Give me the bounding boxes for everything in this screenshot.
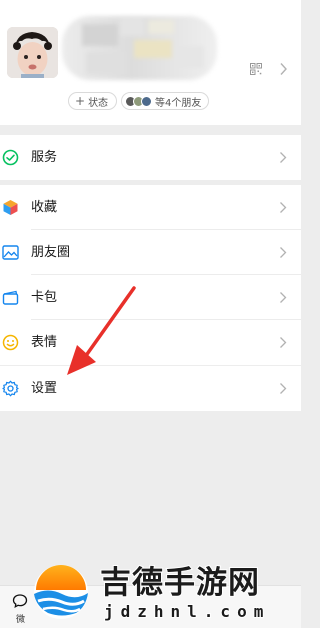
chats-tab-label[interactable]: 微 xyxy=(16,612,25,625)
menu-item-label: 设置 xyxy=(31,381,58,396)
watermark-domain: jdzhnl.com xyxy=(103,601,271,622)
menu-item-label: 朋友圈 xyxy=(31,245,71,260)
status-label: 状态 xyxy=(88,97,109,109)
friends-status-button[interactable]: 等4个朋友 xyxy=(121,92,210,110)
menu-item-favorites[interactable]: 收藏 xyxy=(0,185,301,230)
menu-item-service[interactable]: 服务 xyxy=(0,135,301,180)
avatar[interactable] xyxy=(7,27,58,78)
card-wallet-icon xyxy=(2,290,19,305)
qr-code-icon[interactable] xyxy=(250,63,262,75)
nickname-blurred xyxy=(62,16,217,80)
friends-status-text: 等4个朋友 xyxy=(155,97,202,109)
chevron-right-icon xyxy=(280,63,287,75)
chevron-right-icon xyxy=(280,152,287,163)
settings-icon xyxy=(2,380,19,397)
menu-item-label: 收藏 xyxy=(31,200,58,215)
menu-item-settings[interactable]: 设置 xyxy=(0,366,301,411)
chevron-right-icon xyxy=(280,337,287,348)
chevron-right-icon xyxy=(280,292,287,303)
friend-avatars xyxy=(125,95,152,107)
service-icon xyxy=(2,149,19,166)
menu-item-label: 服务 xyxy=(31,150,58,165)
favorites-icon xyxy=(3,200,18,215)
stickers-icon xyxy=(2,334,19,351)
status-button[interactable]: + 状态 xyxy=(68,92,118,110)
moments-icon xyxy=(2,245,19,260)
profile-header[interactable]: + 状态 等4个朋友 xyxy=(0,0,301,125)
menu-item-stickers[interactable]: 表情 xyxy=(0,320,301,365)
menu-item-label: 卡包 xyxy=(31,290,58,305)
watermark-title: 吉德手游网 xyxy=(99,564,260,602)
chevron-right-icon xyxy=(280,247,287,258)
menu-item-moments[interactable]: 朋友圈 xyxy=(0,230,301,275)
menu-item-label: 表情 xyxy=(31,335,58,350)
chats-tab-icon[interactable] xyxy=(12,593,28,609)
chevron-right-icon xyxy=(280,383,287,394)
menu-item-card-wallet[interactable]: 卡包 xyxy=(0,275,301,320)
chevron-right-icon xyxy=(280,202,287,213)
plus-icon: + xyxy=(75,94,86,108)
watermark-logo-icon xyxy=(34,565,88,619)
